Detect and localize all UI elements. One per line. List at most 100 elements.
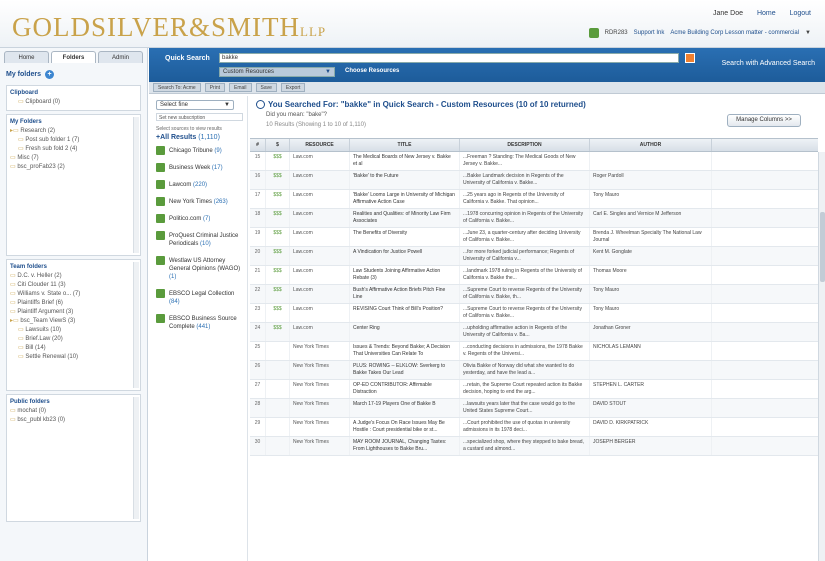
scrollbar[interactable] (133, 117, 139, 253)
checkbox-icon[interactable] (156, 180, 165, 189)
facet-item[interactable]: Westlaw US Attorney General Opinions (WA… (156, 256, 243, 281)
tab-home[interactable]: Home (4, 51, 49, 63)
folder-item[interactable]: ▭ bsc_publ kb23 (0) (10, 416, 137, 425)
table-row[interactable]: 27 New York Times OP-ED CONTRIBUTOR: Affir… (250, 380, 818, 399)
table-row[interactable]: 20 $$$ Law.com A Vindication for Justice Po… (250, 247, 818, 266)
folder-item[interactable]: ▸▭ Research (2) (10, 127, 137, 136)
title-link[interactable]: The Medical Boards of New Jersey v. Bakk… (350, 152, 460, 170)
facet-item[interactable]: Politico.com (7) (156, 214, 243, 223)
facet-item[interactable]: Business Week (17) (156, 163, 243, 172)
folder-item[interactable]: ▭ mochat (0) (10, 407, 137, 416)
advanced-search-link[interactable]: Search with Advanced Search (722, 60, 815, 67)
firm-logo[interactable]: GOLDSILVER&SMITHLLP (12, 12, 326, 43)
choose-resources-link[interactable]: Choose Resources (345, 68, 399, 74)
folder-item[interactable]: ▭ Misc (7) (10, 154, 137, 163)
folder-item[interactable]: ▭ D.C. v. Heller (2) (10, 272, 137, 281)
col-header[interactable]: # (250, 139, 266, 151)
refresh-icon[interactable] (256, 100, 265, 110)
folder-item[interactable]: ▭ Fresh sub fold 2 (4) (10, 145, 137, 154)
clipboard-heading[interactable]: Clipboard (10, 89, 137, 98)
title-link[interactable]: OP-ED CONTRIBUTOR: Affirmable Distractio… (350, 380, 460, 398)
matter-dropdown[interactable]: Acme Building Corp Lesson matter - comme… (670, 30, 799, 36)
results-scrollbar[interactable] (818, 152, 825, 561)
table-row[interactable]: 25 New York Times Issues & Trends: Beyond … (250, 342, 818, 361)
search-input[interactable]: bakke (219, 53, 679, 63)
email-button[interactable]: Email (229, 83, 252, 92)
my-folders-subheading[interactable]: My Folders (10, 118, 137, 127)
export-button[interactable]: Export (280, 83, 306, 92)
public-folders-heading[interactable]: Public folders (10, 398, 137, 407)
facet-item[interactable]: ProQuest Criminal Justice Periodicals (1… (156, 231, 243, 248)
folder-item[interactable]: ▭ bsc_proFab23 (2) (10, 163, 137, 172)
home-link[interactable]: Home (757, 10, 776, 17)
checkbox-icon[interactable] (156, 314, 165, 323)
checkbox-icon[interactable] (156, 289, 165, 298)
manage-columns-button[interactable]: Manage Columns >> (727, 114, 801, 127)
title-link[interactable]: REVISING Court Think of Bill's Position? (350, 304, 460, 322)
facet-item[interactable]: New York Times (263) (156, 197, 243, 206)
title-link[interactable]: March 17-19 Players One of Bakke B (350, 399, 460, 417)
table-row[interactable]: 30 New York Times MAY ROOM JOURNAL, Changi… (250, 437, 818, 456)
title-link[interactable]: The Benefits of Diversity (350, 228, 460, 246)
table-row[interactable]: 24 $$$ Law.com Center Ring ...upholding affi… (250, 323, 818, 342)
folder-item[interactable]: ▭ Brief.Law (20) (10, 335, 137, 344)
table-row[interactable]: 16 $$$ Law.com 'Bakke' to the Future ...Bakk… (250, 171, 818, 190)
title-link[interactable]: A Judge's Focus On Race Issues May Be Ho… (350, 418, 460, 436)
search-go-button[interactable] (685, 53, 695, 63)
table-row[interactable]: 15 $$$ Law.com The Medical Boards of New Je… (250, 152, 818, 171)
title-link[interactable]: Bush's Affirmative Action Briefs Pitch F… (350, 285, 460, 303)
title-link[interactable]: Realities and Qualities: of Minority Law… (350, 209, 460, 227)
folder-item[interactable]: ▭ Post sub folder 1 (7) (10, 136, 137, 145)
title-link[interactable]: 'Bakke' Looms Large in University of Mic… (350, 190, 460, 208)
table-row[interactable]: 23 $$$ Law.com REVISING Court Think of Bill… (250, 304, 818, 323)
table-row[interactable]: 22 $$$ Law.com Bush's Affirmative Action Br… (250, 285, 818, 304)
folder-item[interactable]: ▭ Plaintiff Argument (3) (10, 308, 137, 317)
title-link[interactable]: Issues & Trends: Beyond Bakke; A Decisio… (350, 342, 460, 360)
col-header[interactable]: DESCRIPTION (460, 139, 590, 151)
col-header[interactable]: TITLE (350, 139, 460, 151)
table-row[interactable]: 19 $$$ Law.com The Benefits of Diversity...… (250, 228, 818, 247)
table-row[interactable]: 18 $$$ Law.com Realities and Qualities: of … (250, 209, 818, 228)
table-row[interactable]: 26 New York Times PLUS: ROWING -- ELKLOW: … (250, 361, 818, 380)
resource-scope-select[interactable]: Custom Resources ▼ (219, 67, 335, 77)
tab-admin[interactable]: Admin (98, 51, 143, 63)
print-button[interactable]: Print (204, 83, 225, 92)
logout-link[interactable]: Logout (790, 10, 811, 17)
checkbox-icon[interactable] (156, 146, 165, 155)
title-link[interactable]: PLUS: ROWING -- ELKLOW: Sverkerg to Bakk… (350, 361, 460, 379)
add-folder-icon[interactable]: + (45, 70, 55, 79)
save-button[interactable]: Save (255, 83, 277, 92)
scrollbar[interactable] (133, 262, 139, 388)
col-header[interactable]: RESOURCE (290, 139, 350, 151)
facet-item[interactable]: Lawcom (220) (156, 180, 243, 189)
folder-item[interactable]: ▭ Settle Renewal (10) (10, 353, 137, 362)
folder-item[interactable]: ▸▭ bsc_Team ViewS (3) (10, 317, 137, 326)
col-header[interactable]: $ (266, 139, 290, 151)
checkbox-icon[interactable] (156, 231, 165, 240)
support-link[interactable]: Support Ink (634, 30, 665, 36)
title-link[interactable]: 'Bakke' to the Future (350, 171, 460, 189)
all-results-link[interactable]: +All Results (1,110) (156, 134, 243, 141)
scroll-thumb[interactable] (820, 212, 825, 282)
checkbox-icon[interactable] (156, 256, 165, 265)
table-row[interactable]: 29 New York Times A Judge's Focus On Race … (250, 418, 818, 437)
table-row[interactable]: 28 New York Times March 17-19 Players One … (250, 399, 818, 418)
title-link[interactable]: A Vindication for Justice Powell (350, 247, 460, 265)
new-subscription-link[interactable]: Set new subscription (156, 113, 243, 121)
folder-item[interactable]: ▭ Williams v. State o... (7) (10, 290, 137, 299)
tab-folders[interactable]: Folders (51, 51, 96, 63)
folder-item[interactable]: ▭ Lawsuits (10) (10, 326, 137, 335)
facet-item[interactable]: EBSCO Legal Collection (84) (156, 289, 243, 306)
col-header[interactable]: AUTHOR (590, 139, 712, 151)
table-row[interactable]: 21 $$$ Law.com Law Students Joining Affirma… (250, 266, 818, 285)
title-link[interactable]: Center Ring (350, 323, 460, 341)
search-to-button[interactable]: Search To: Acme (153, 83, 201, 92)
team-folders-heading[interactable]: Team folders (10, 263, 137, 272)
did-you-mean[interactable]: Did you mean: "bake"? (266, 112, 327, 118)
folder-item[interactable]: ▭ Bill (14) (10, 344, 137, 353)
sort-select[interactable]: Select fine ▼ (156, 100, 234, 110)
folder-item[interactable]: ▭ Plaintiffs Brief (6) (10, 299, 137, 308)
folder-item[interactable]: ▭ Citi Clouder 11 (3) (10, 281, 137, 290)
checkbox-icon[interactable] (156, 197, 165, 206)
title-link[interactable]: Law Students Joining Affirmative Action … (350, 266, 460, 284)
